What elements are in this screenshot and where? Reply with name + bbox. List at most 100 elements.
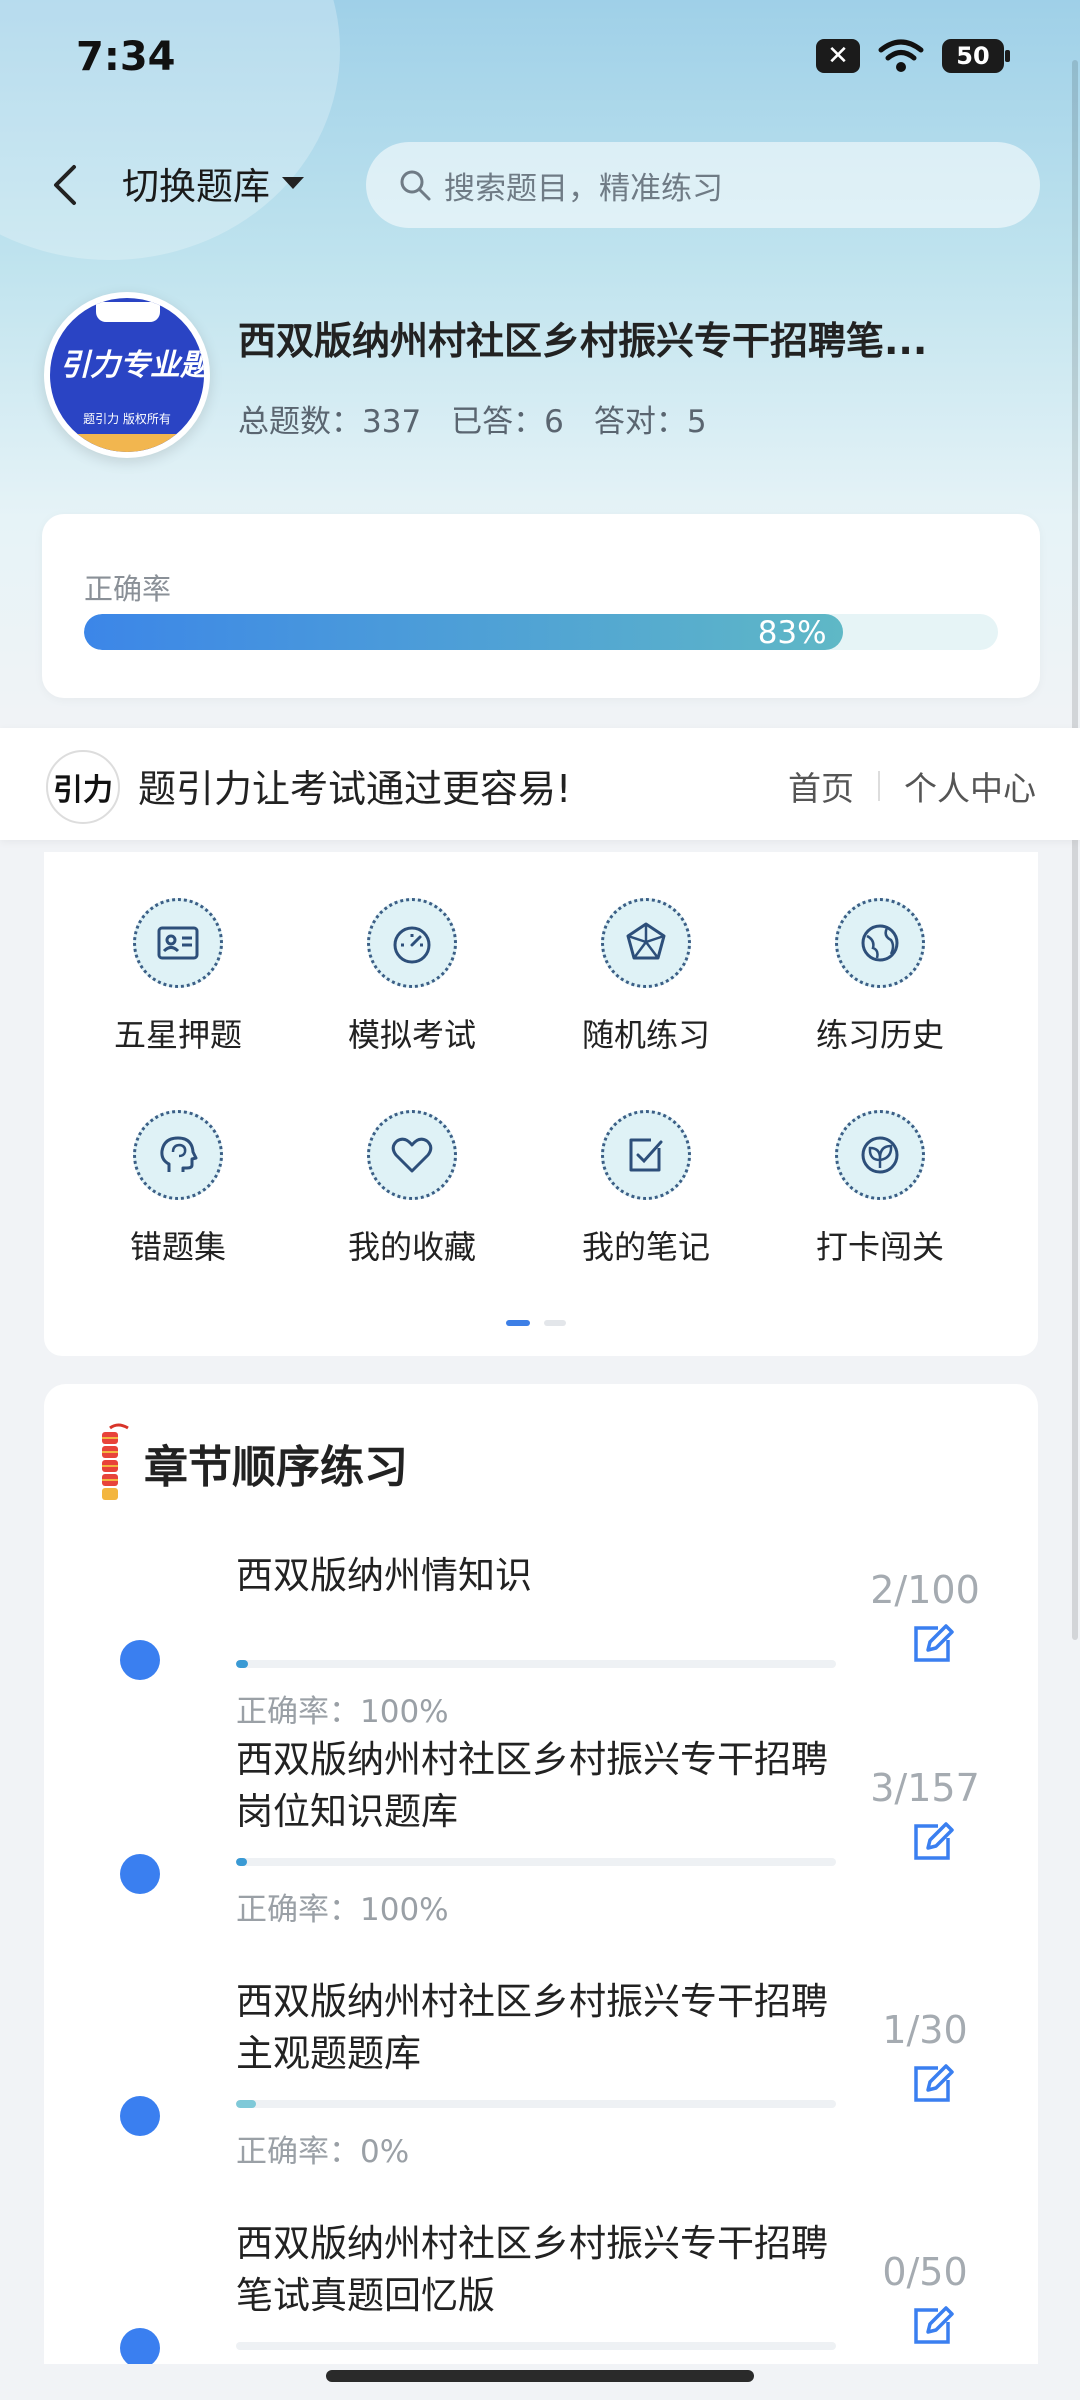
chapter-practice-card: 章节顺序练习 西双版纳州情知识 正确率：100% 2/100 西双版纳州村社区乡… xyxy=(44,1384,1038,2364)
head-icon xyxy=(133,1110,223,1200)
func-random-practice[interactable]: 随机练习 xyxy=(546,898,746,1058)
status-time: 7:34 xyxy=(76,34,176,80)
dice-icon xyxy=(601,898,691,988)
accuracy-progress-fill: 83% xyxy=(84,614,843,650)
chapter-name: 西双版纳州村社区乡村振兴专干招聘岗位知识题库 xyxy=(236,1738,828,1833)
chapter-progress-fill xyxy=(236,1660,248,1668)
page-dot-active xyxy=(506,1320,530,1326)
chapter-accuracy: 正确率：0% xyxy=(236,2134,410,2170)
func-label: 错题集 xyxy=(129,1228,226,1266)
chapter-count: 3/157 xyxy=(870,1766,980,1810)
cover-subtitle: 题引力 版权所有 xyxy=(83,412,171,426)
func-five-star[interactable]: 五星押题 xyxy=(78,898,278,1058)
stat-answered: 已答：6 xyxy=(451,404,564,440)
top-bar: 切换题库 搜索题目，精准练习 xyxy=(0,140,1080,230)
cover-title: 引力专业题 xyxy=(60,348,210,383)
chapter-name: 西双版纳州村社区乡村振兴专干招聘主观题题库 xyxy=(236,1980,828,2075)
cover-stripe xyxy=(50,434,204,452)
func-label: 模拟考试 xyxy=(347,1016,476,1054)
accuracy-progress-bar: 83% xyxy=(84,614,998,650)
chapter-dot xyxy=(120,2328,160,2364)
chapter-item[interactable]: 西双版纳州村社区乡村振兴专干招聘笔试真题回忆版 0/50 xyxy=(44,2218,1038,2364)
heart-icon xyxy=(367,1110,457,1200)
gauge-icon xyxy=(367,898,457,988)
func-label: 五星押题 xyxy=(113,1016,242,1054)
id-card-icon xyxy=(133,898,223,988)
chapter-header: 章节顺序练习 xyxy=(88,1420,408,1506)
func-notes[interactable]: 我的笔记 xyxy=(546,1110,746,1270)
chapter-accuracy: 正确率：100% xyxy=(236,1694,449,1730)
chapter-progress-fill xyxy=(236,2100,256,2108)
search-icon xyxy=(400,170,431,201)
status-icons: ✕ 50 xyxy=(816,38,1010,74)
chapter-progress-bar xyxy=(236,1858,836,1866)
chapter-dot xyxy=(120,1640,160,1680)
bank-cover-image: 引力专业题 题引力 版权所有 xyxy=(44,292,210,458)
brand-logo: 引力 xyxy=(46,750,120,824)
search-input[interactable]: 搜索题目，精准练习 xyxy=(366,142,1040,228)
chapter-dot xyxy=(120,1854,160,1894)
page-indicator xyxy=(506,1320,566,1326)
profile-link[interactable]: 个人中心 xyxy=(904,762,1036,810)
chapter-progress-fill xyxy=(236,1858,248,1866)
func-checkin[interactable]: 打卡闯关 xyxy=(780,1110,980,1270)
edit-icon[interactable] xyxy=(908,1620,956,1668)
chapter-count: 2/100 xyxy=(870,1568,980,1612)
func-label: 我的笔记 xyxy=(581,1228,710,1266)
edit-icon[interactable] xyxy=(908,1818,956,1866)
home-link[interactable]: 首页 xyxy=(788,762,854,810)
func-label: 练习历史 xyxy=(815,1016,944,1054)
wifi-icon xyxy=(878,39,924,72)
page-dot xyxy=(544,1320,566,1326)
chapter-count: 1/30 xyxy=(882,2008,968,2052)
brand-slogan: 题引力让考试通过更容易! xyxy=(138,767,572,811)
chapter-progress-bar xyxy=(236,2342,836,2350)
leaf-icon xyxy=(835,1110,925,1200)
switch-bank-button[interactable]: 切换题库 xyxy=(122,156,306,210)
switch-bank-label: 切换题库 xyxy=(122,165,270,208)
search-placeholder: 搜索题目，精准练习 xyxy=(444,170,723,207)
home-indicator[interactable] xyxy=(326,2370,754,2382)
chapter-item[interactable]: 西双版纳州村社区乡村振兴专干招聘主观题题库 正确率：0% 1/30 xyxy=(44,1976,1038,2216)
chapter-count: 0/50 xyxy=(882,2250,968,2294)
status-bar: 7:34 ✕ 50 xyxy=(0,0,1080,120)
back-arrow-icon xyxy=(54,165,76,205)
chapter-item[interactable]: 西双版纳州村社区乡村振兴专干招聘岗位知识题库 正确率：100% 3/157 xyxy=(44,1734,1038,1974)
brand-links: 首页 个人中心 xyxy=(788,762,1036,810)
link-divider xyxy=(878,771,880,801)
func-label: 随机练习 xyxy=(581,1016,710,1054)
func-favorites[interactable]: 我的收藏 xyxy=(312,1110,512,1270)
chapter-name: 西双版纳州村社区乡村振兴专干招聘笔试真题回忆版 xyxy=(236,2222,828,2317)
accuracy-percent: 83% xyxy=(757,615,827,650)
stat-correct: 答对：5 xyxy=(593,404,707,440)
globe-icon xyxy=(835,898,925,988)
func-wrong-questions[interactable]: 错题集 xyxy=(78,1110,278,1270)
cover-badge xyxy=(96,302,160,322)
accuracy-card: 正确率 83% xyxy=(42,514,1040,698)
scrollbar[interactable] xyxy=(1072,60,1078,1640)
battery-icon: 50 xyxy=(942,39,1010,73)
firecracker-icon xyxy=(102,1423,129,1500)
brand-bar: 引力 题引力让考试通过更容易! 首页 个人中心 xyxy=(0,728,1080,840)
func-practice-history[interactable]: 练习历史 xyxy=(780,898,980,1058)
func-label: 打卡闯关 xyxy=(815,1228,944,1266)
stat-total: 总题数：337 xyxy=(238,404,422,440)
chapter-progress-bar xyxy=(236,2100,836,2108)
chapter-progress-bar xyxy=(236,1660,836,1668)
function-grid: 五星押题 模拟考试 随机练习 练习历史 错题集 我的收藏 我的笔记 打卡闯关 xyxy=(44,852,1038,1356)
chapter-dot xyxy=(120,2096,160,2136)
accuracy-label: 正确率 xyxy=(84,572,172,606)
no-sim-icon: ✕ xyxy=(816,39,860,73)
bank-title: 西双版纳州村社区乡村振兴专干招聘笔... xyxy=(238,319,928,363)
bank-stats: 总题数：337 已答：6 答对：5 xyxy=(238,396,707,441)
chapter-name: 西双版纳州情知识 xyxy=(236,1554,532,1597)
back-button[interactable] xyxy=(40,158,90,212)
chapter-item[interactable]: 西双版纳州情知识 正确率：100% 2/100 xyxy=(44,1534,1038,1730)
func-mock-exam[interactable]: 模拟考试 xyxy=(312,898,512,1058)
chapter-accuracy: 正确率：100% xyxy=(236,1892,449,1928)
caret-down-icon xyxy=(282,177,304,189)
edit-icon[interactable] xyxy=(908,2060,956,2108)
edit-icon[interactable] xyxy=(908,2302,956,2350)
chapter-title: 章节顺序练习 xyxy=(144,1442,408,1493)
note-check-icon xyxy=(601,1110,691,1200)
